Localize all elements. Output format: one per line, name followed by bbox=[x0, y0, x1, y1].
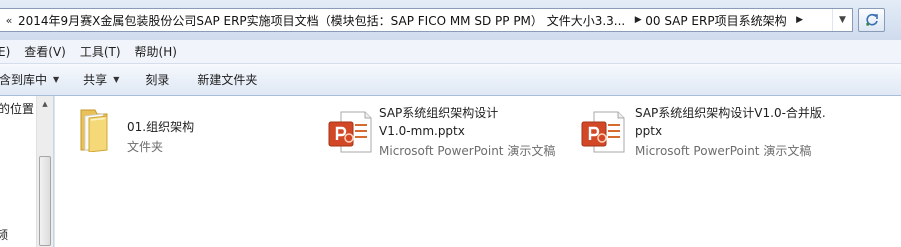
scroll-up-arrow-icon[interactable]: ▲ bbox=[37, 96, 53, 112]
breadcrumb-separator-icon[interactable]: ▶ bbox=[631, 15, 645, 25]
breadcrumb-separator-icon[interactable]: ▶ bbox=[793, 15, 807, 25]
powerpoint-file-icon bbox=[328, 111, 372, 153]
file-type: Microsoft PowerPoint 演示文稿 bbox=[379, 144, 556, 158]
nav-item-videos[interactable]: 频 bbox=[0, 226, 8, 243]
include-in-library-button[interactable]: 含到库中 ▼ bbox=[0, 71, 59, 88]
nav-item-recent-places[interactable]: 的位置 bbox=[0, 100, 34, 117]
command-bar: 含到库中 ▼ 共享 ▼ 刻录 新建文件夹 bbox=[0, 64, 901, 96]
navigation-pane: 的位置 频 ▲ bbox=[0, 96, 54, 247]
chevron-down-icon: ▼ bbox=[53, 75, 60, 84]
file-name-line2: pptx bbox=[635, 124, 663, 138]
share-button[interactable]: 共享 ▼ bbox=[83, 71, 119, 88]
refresh-button[interactable] bbox=[858, 8, 885, 32]
file-list: 01.组织架构 文件夹 SAP系统组织架构设计 V1.0-mm.pptx Mic… bbox=[55, 96, 901, 247]
breadcrumb-overflow-chevron[interactable]: « bbox=[0, 14, 18, 27]
include-in-library-label: 含到库中 bbox=[0, 73, 48, 87]
folder-icon bbox=[80, 109, 108, 152]
file-item-pptx-merged[interactable]: SAP系统组织架构设计V1.0-合并版. pptx Microsoft Powe… bbox=[580, 104, 860, 168]
scrollbar-thumb[interactable] bbox=[39, 156, 51, 246]
burn-label: 刻录 bbox=[145, 73, 170, 87]
file-item-pptx-mm[interactable]: SAP系统组织架构设计 V1.0-mm.pptx Microsoft Power… bbox=[327, 104, 567, 168]
breadcrumb-segment-system-architecture[interactable]: 00 SAP ERP项目系统架构 bbox=[645, 12, 792, 29]
file-type: 文件夹 bbox=[127, 140, 164, 154]
new-folder-label: 新建文件夹 bbox=[197, 73, 258, 87]
breadcrumb-segment-project-docs[interactable]: 2014年9月赛X金属包装股份公司SAP ERP实施项目文档（模块包括：SAP … bbox=[18, 12, 631, 29]
address-history-dropdown-icon[interactable]: ▼ bbox=[832, 9, 852, 31]
address-bar[interactable]: « 2014年9月赛X金属包装股份公司SAP ERP实施项目文档（模块包括：SA… bbox=[0, 8, 853, 32]
file-name-line1: 01.组织架构 bbox=[127, 120, 195, 134]
share-label: 共享 bbox=[83, 73, 108, 87]
file-name-line1: SAP系统组织架构设计 bbox=[379, 106, 499, 120]
file-item-folder[interactable]: 01.组织架构 文件夹 bbox=[77, 104, 277, 168]
file-name-line1: SAP系统组织架构设计V1.0-合并版. bbox=[635, 106, 826, 120]
file-name-line2: V1.0-mm.pptx bbox=[379, 124, 465, 138]
menu-tools[interactable]: 工具(T) bbox=[80, 43, 121, 60]
powerpoint-file-icon bbox=[581, 111, 625, 153]
address-bar-row: « 2014年9月赛X金属包装股份公司SAP ERP实施项目文档（模块包括：SA… bbox=[0, 0, 901, 40]
menu-help[interactable]: 帮助(H) bbox=[135, 43, 177, 60]
file-type: Microsoft PowerPoint 演示文稿 bbox=[635, 144, 812, 158]
burn-button[interactable]: 刻录 bbox=[145, 71, 169, 88]
refresh-icon bbox=[865, 13, 878, 26]
menu-bar: E) 查看(V) 工具(T) 帮助(H) bbox=[0, 40, 901, 64]
nav-scrollbar[interactable]: ▲ bbox=[36, 96, 53, 247]
menu-edit[interactable]: E) bbox=[0, 45, 10, 59]
menu-view[interactable]: 查看(V) bbox=[24, 43, 66, 60]
new-folder-button[interactable]: 新建文件夹 bbox=[197, 71, 257, 88]
chevron-down-icon: ▼ bbox=[113, 75, 120, 84]
